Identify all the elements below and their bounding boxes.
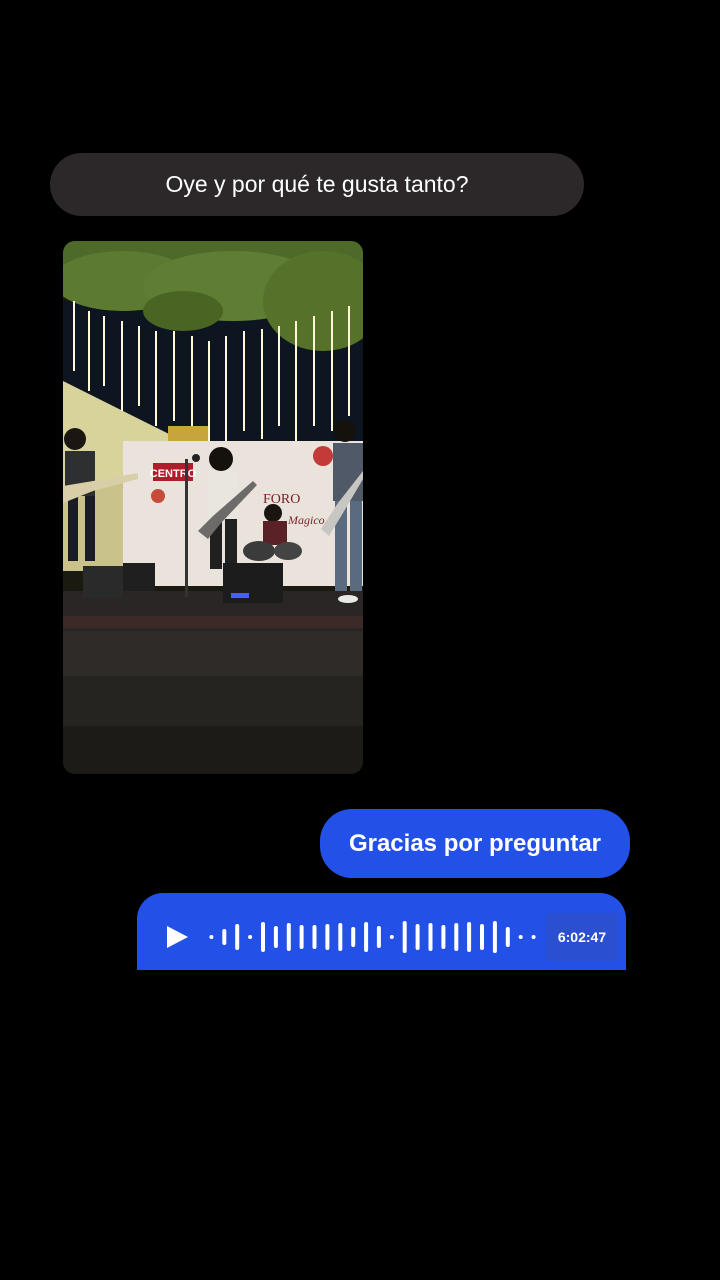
waveform-bar [286, 923, 291, 951]
waveform-bar [518, 935, 523, 939]
waveform-bar [299, 925, 304, 949]
photo-message[interactable]: CENTRO FORO Magico [63, 241, 363, 774]
waveform-bar [351, 927, 356, 947]
waveform-bar [325, 924, 330, 950]
voice-duration: 6:02:47 [546, 913, 618, 961]
audio-waveform[interactable] [205, 916, 540, 958]
waveform-bar [248, 935, 253, 939]
band-photo: CENTRO FORO Magico [63, 241, 363, 774]
banner-magic-text: Magico [287, 513, 325, 527]
waveform-bar [312, 925, 317, 949]
waveform-bar [222, 929, 227, 945]
waveform-bar [531, 935, 536, 939]
waveform-bar [467, 922, 472, 952]
waveform-bar [441, 925, 446, 949]
waveform-bar [480, 924, 484, 950]
waveform-bar [454, 923, 459, 951]
waveform-bar [364, 922, 369, 952]
waveform-bar [428, 923, 433, 951]
waveform-bar [492, 921, 497, 953]
incoming-message-text: Oye y por qué te gusta tanto? [165, 171, 469, 197]
banner-centro-text: CENTRO [150, 468, 197, 480]
banner-foro-text: FORO [263, 492, 300, 507]
waveform-bar [235, 924, 240, 950]
waveform-bar [505, 927, 510, 947]
voice-duration-text: 6:02:47 [557, 929, 607, 945]
waveform-bar [415, 924, 420, 950]
waveform-bar [389, 935, 394, 939]
play-icon [167, 926, 188, 948]
waveform-bar [338, 923, 343, 951]
waveform-bar [376, 926, 381, 948]
waveform-bar [261, 922, 265, 952]
waveform-bar [402, 921, 407, 953]
waveform-bar [273, 926, 278, 948]
incoming-message-bubble[interactable]: Oye y por qué te gusta tanto? [50, 153, 584, 216]
play-button[interactable] [164, 924, 190, 955]
waveform-bar [209, 935, 214, 939]
outgoing-message-text: Gracias por preguntar [348, 829, 602, 857]
outgoing-message-bubble[interactable]: Gracias por preguntar [320, 809, 630, 878]
